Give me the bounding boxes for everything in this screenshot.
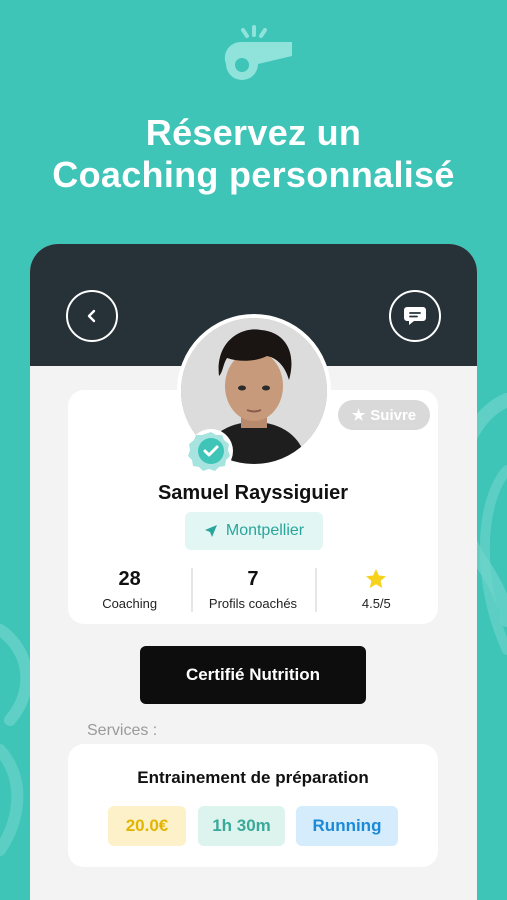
service-title: Entrainement de préparation — [137, 768, 369, 787]
location-badge[interactable]: Montpellier — [185, 512, 323, 550]
location-label: Montpellier — [225, 522, 305, 539]
whistle-icon — [224, 25, 292, 80]
price-chip: 20.0€ — [108, 806, 186, 846]
chevron-left-icon — [87, 309, 96, 323]
stat-value: 7 — [247, 568, 259, 590]
follow-button[interactable]: ★ Suivre — [338, 400, 430, 430]
headline-line-1: Réservez un — [145, 112, 362, 153]
star-outline-icon: ★ — [351, 407, 366, 424]
check-badge-icon — [188, 429, 233, 473]
chat-bubble-icon — [404, 307, 426, 325]
location-arrow-icon — [204, 525, 217, 537]
phone-mockup: ★ Suivre Samuel Rayssiguier Montpellier … — [30, 244, 477, 900]
stat-profiles: 7 Profils coachés — [191, 566, 314, 614]
stat-label: Profils coachés — [208, 596, 298, 611]
stat-label: Coaching — [102, 596, 158, 611]
sport-chip: Running — [296, 806, 398, 846]
back-button[interactable] — [66, 290, 118, 342]
follow-label: Suivre — [370, 406, 417, 424]
duration-chip: 1h 30m — [198, 806, 285, 846]
headline-line-2: Coaching personnalisé — [52, 154, 455, 195]
page-headline: Réservez un Coaching personnalisé — [0, 112, 507, 196]
stat-value: 28 — [118, 568, 141, 590]
coach-name: Samuel Rayssiguier — [157, 482, 349, 504]
rating-star — [315, 566, 438, 592]
service-card[interactable]: Entrainement de préparation 20.0€ 1h 30m… — [68, 744, 438, 867]
star-icon — [366, 569, 387, 588]
stats-row: 28 Coaching 7 Profils coachés 4.5/5 — [68, 566, 438, 614]
stat-coaching: 28 Coaching — [68, 566, 191, 614]
services-label: Services : — [87, 722, 158, 739]
stat-label: 4.5/5 — [361, 596, 391, 611]
certification-button[interactable]: Certifié Nutrition — [140, 646, 366, 704]
stat-rating: 4.5/5 — [314, 566, 438, 614]
chat-button[interactable] — [389, 290, 441, 342]
